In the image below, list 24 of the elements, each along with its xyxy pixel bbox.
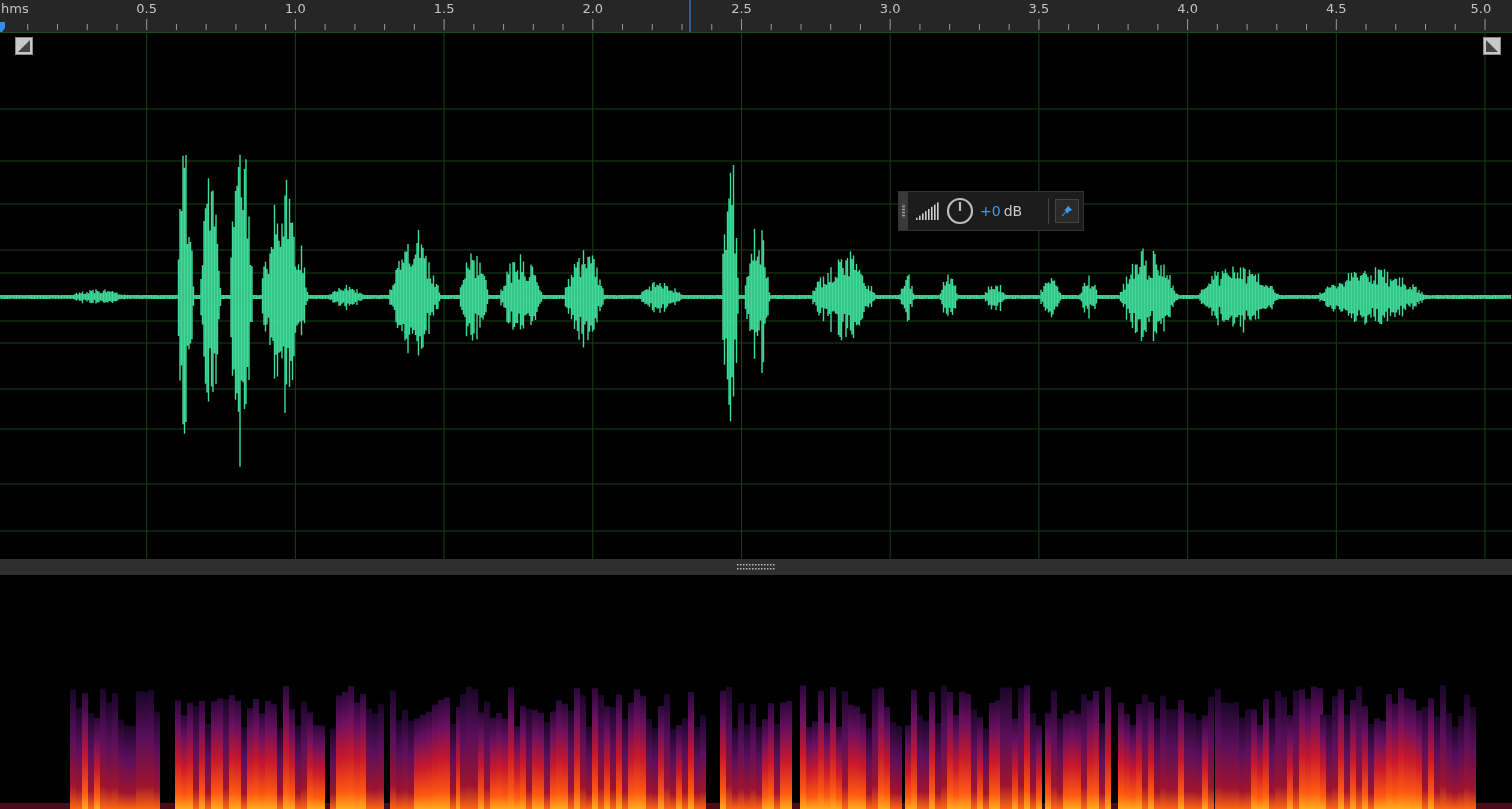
volume-knob[interactable] [946,197,974,225]
cursor-line [689,0,691,32]
playhead-marker[interactable] [0,22,5,32]
gain-value[interactable]: +0 [980,203,1001,219]
volume-bars-icon [916,202,940,220]
time-unit: hms [1,1,29,17]
fade-out-handle[interactable] [1483,37,1501,55]
pin-button[interactable] [1054,199,1079,223]
gain-unit: dB [1003,203,1024,219]
pin-icon [1059,204,1074,218]
resize-handle[interactable] [737,564,775,570]
fade-in-handle[interactable] [15,37,33,55]
time-label: 4.5 [1325,1,1347,17]
time-label: 0.5 [136,1,158,17]
time-label: 3.5 [1028,1,1050,17]
time-label: 2.0 [582,1,604,17]
time-label: 3.0 [879,1,901,17]
grip-handle[interactable] [899,192,908,230]
time-label: 5.0 [1470,1,1492,17]
time-label: 4.0 [1177,1,1198,17]
time-label: 1.0 [285,1,306,17]
time-label: 2.5 [731,1,752,17]
time-ruler[interactable] [0,0,1512,32]
time-label: 1.5 [433,1,455,17]
